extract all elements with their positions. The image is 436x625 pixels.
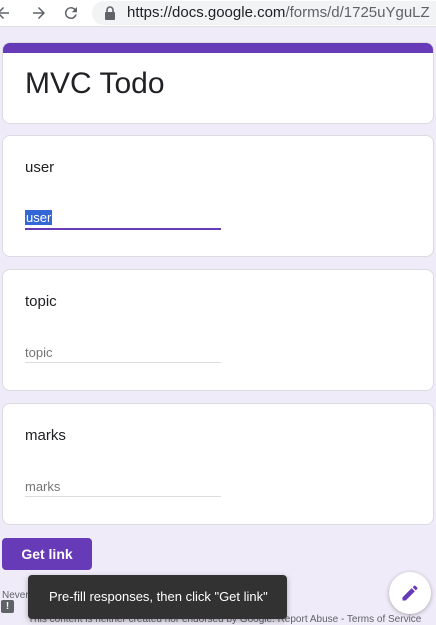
accent-bar (3, 43, 433, 53)
back-arrow-icon[interactable] (0, 4, 12, 22)
exclamation-icon[interactable]: ! (1, 600, 14, 613)
form-title: MVC Todo (25, 67, 165, 100)
url-host: https://docs.google.com (127, 4, 286, 21)
url-text: https://docs.google.com/forms/d/1725uYgu… (127, 4, 430, 21)
question-card-marks: marks (2, 403, 434, 525)
browser-toolbar: https://docs.google.com/forms/d/1725uYgu… (0, 0, 436, 27)
user-input[interactable] (25, 208, 221, 230)
snackbar: Pre-fill responses, then click "Get link… (28, 575, 287, 619)
snackbar-message: Pre-fill responses, then click "Get link… (49, 589, 268, 604)
selected-text: user (25, 210, 53, 225)
marks-input[interactable] (25, 476, 221, 497)
exclamation-glyph: ! (5, 601, 10, 612)
topic-input[interactable] (25, 342, 221, 363)
forward-arrow-icon[interactable] (30, 4, 48, 22)
address-bar[interactable]: https://docs.google.com/forms/d/1725uYgu… (92, 1, 436, 25)
question-card-topic: topic (2, 269, 434, 391)
lock-icon (105, 6, 115, 20)
pencil-icon (402, 585, 418, 601)
question-title: topic (25, 293, 57, 310)
question-card-user: user user (2, 135, 434, 257)
reload-icon[interactable] (62, 4, 80, 22)
question-title: marks (25, 427, 66, 444)
question-title: user (25, 159, 55, 176)
url-path: /forms/d/1725uYguLZ (285, 4, 430, 21)
form-header-card: MVC Todo (2, 42, 434, 124)
edit-fab-button[interactable] (389, 572, 431, 614)
get-link-button[interactable]: Get link (2, 538, 92, 570)
